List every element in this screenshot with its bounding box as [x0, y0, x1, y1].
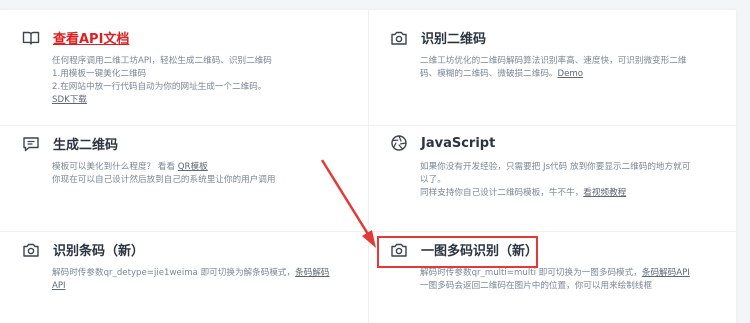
- javascript-desc-line: 以了。: [420, 175, 446, 185]
- multi-qr-desc-line: 解码时传参数qr_multi=multi 即可切换为一图多码模式，: [420, 268, 642, 278]
- aperture-icon: [390, 134, 408, 152]
- barcode-decode-link[interactable]: 条码解码: [295, 268, 329, 278]
- message-icon: [22, 135, 40, 153]
- qr-template-link[interactable]: QR模板: [178, 162, 208, 172]
- recognize-barcode-title: 识别条码（新）: [53, 244, 145, 259]
- api-docs-desc-line: 2.在网站中放一行代码自动为你的网址生成一个二维码。: [52, 82, 267, 92]
- javascript-desc-line: 如果你没有开发经验，只需要把 Js代码 放到你要显示二维码的地方就可: [420, 162, 691, 172]
- camera-icon: [22, 241, 40, 259]
- javascript-title: JavaScript: [421, 135, 496, 151]
- multi-qr-desc-line: 一图多码会返回二维码在图片中的位置，你可以用来绘制线框: [420, 281, 653, 291]
- generate-qr-desc-line: 模板可以美化到什么程度？ 看看: [52, 162, 178, 172]
- api-docs-link[interactable]: 查看API文档: [53, 28, 129, 47]
- camera-icon: [390, 29, 408, 47]
- recognize-qr-title: 识别二维码: [421, 32, 487, 47]
- card-api-docs: 查看API文档 任何程序调用二维工坊API，轻松生成二维码、识别二维码 1.用模…: [0, 10, 368, 115]
- card-javascript: JavaScript 如果你没有开发经验，只需要把 Js代码 放到你要显示二维码…: [368, 116, 736, 221]
- card-generate-qr: 生成二维码 模板可以美化到什么程度？ 看看 QR模板 你现在可以自己设计然后放到…: [0, 116, 368, 221]
- api-docs-desc-line: 1.用模板一键美化二维码: [52, 69, 147, 79]
- recognize-qr-desc-line: 二维工坊优化的二维码解码算法识别率高、速度快，可识别微变形二维: [420, 56, 687, 66]
- recognize-qr-desc-line: 码、模糊的二维码、微破损二维码。: [420, 69, 558, 79]
- card-recognize-barcode: 识别条码（新） 解码时传参数qr_detype=jie1weima 即可切换为解…: [0, 222, 368, 323]
- javascript-desc-line: 同样支持你自己设计二维码模板，牛不牛，: [420, 188, 584, 198]
- demo-link[interactable]: Demo: [558, 69, 584, 79]
- book-icon: [22, 29, 40, 47]
- sdk-download-link[interactable]: SDK下载: [52, 95, 87, 105]
- video-tutorial-link[interactable]: 看视频教程: [583, 188, 626, 198]
- barcode-api-link[interactable]: API: [52, 281, 66, 291]
- card-recognize-qr: 识别二维码 二维工坊优化的二维码解码算法识别率高、速度快，可识别微变形二维 码、…: [368, 10, 736, 115]
- generate-qr-desc-line: 你现在可以自己设计然后放到自己的系统里让你的用户调用: [52, 175, 276, 185]
- highlight-box: [377, 236, 538, 268]
- multi-qr-api-link[interactable]: 条码解码API: [642, 268, 690, 278]
- recognize-barcode-desc-line: 解码时传参数qr_detype=jie1weima 即可切换为解条码模式，: [52, 268, 296, 278]
- generate-qr-title: 生成二维码: [53, 138, 119, 153]
- api-docs-desc-line: 任何程序调用二维工坊API，轻松生成二维码、识别二维码: [52, 56, 272, 66]
